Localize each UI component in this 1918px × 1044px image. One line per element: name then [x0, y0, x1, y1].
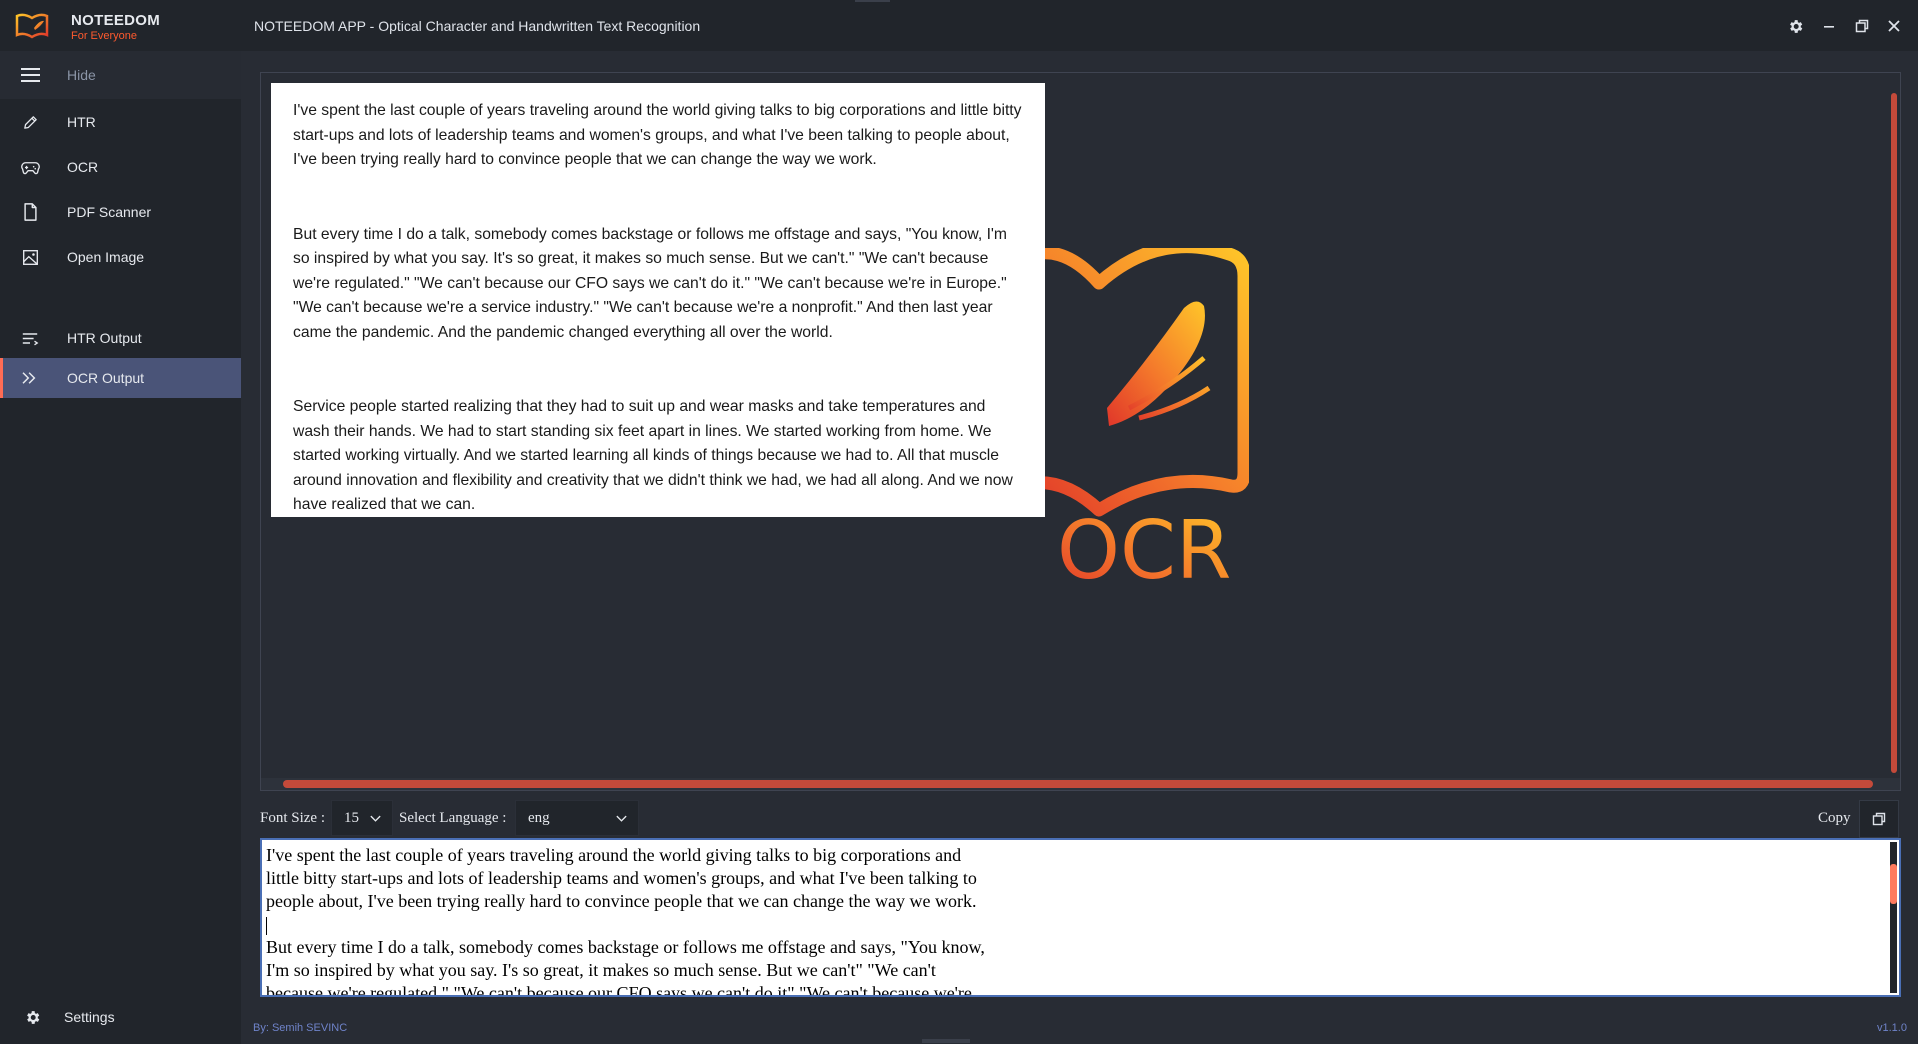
text-caret [266, 916, 267, 935]
menu-toggle-label: Hide [67, 67, 96, 83]
pen-icon [20, 112, 40, 132]
chevron-down-icon [616, 815, 627, 822]
sidebar-item-label: OCR [67, 159, 99, 175]
ocr-output-textarea[interactable]: I've spent the last couple of years trav… [260, 838, 1901, 997]
document-paragraph: Service people started realizing that th… [293, 398, 1013, 513]
sidebar-item-label: Open Image [67, 249, 145, 265]
file-icon [20, 202, 40, 222]
sidebar-item-htr-output[interactable]: HTR Output [0, 318, 241, 358]
title-bar: NOTEEDOM For Everyone NOTEEDOM APP - Opt… [0, 0, 1918, 51]
copy-label: Copy [1818, 810, 1851, 826]
chevron-down-icon [370, 815, 381, 822]
sidebar-item-label: OCR Output [67, 370, 145, 386]
vertical-scrollbar[interactable] [1891, 93, 1897, 773]
gamepad-icon [20, 157, 40, 177]
sidebar-item-htr[interactable]: HTR [0, 102, 241, 142]
brand-name: NOTEEDOM [71, 12, 161, 29]
sidebar-item-settings[interactable]: Settings [0, 997, 241, 1037]
sidebar-item-label: HTR Output [67, 330, 142, 346]
output-line: little bitty start-ups and lots of leade… [266, 868, 977, 888]
left-menu: Hide HTR OCR PDF Scanner Open Image HTR … [0, 51, 241, 1044]
ocr-logo-text: OCR [1057, 504, 1231, 597]
output-line-caret [266, 913, 1893, 936]
language-label: Select Language : [399, 810, 507, 826]
double-chevron-icon [20, 368, 40, 388]
image-viewer[interactable]: OCR I've spent the last couple of years … [260, 72, 1901, 791]
output-line: I've spent the last couple of years trav… [266, 845, 962, 865]
font-size-value: 15 [344, 809, 359, 826]
text-lines-icon [20, 328, 40, 348]
gear-icon [22, 1007, 42, 1027]
minimize-icon[interactable] [1815, 12, 1843, 40]
font-size-select[interactable]: 15 [331, 800, 393, 836]
language-select[interactable]: eng [515, 800, 639, 836]
settings-icon[interactable] [1781, 12, 1809, 40]
image-icon [20, 247, 40, 267]
font-size-label: Font Size : [260, 810, 326, 826]
document-paragraph: I've spent the last couple of years trav… [293, 102, 1022, 168]
window-grip-bottom[interactable] [922, 1039, 970, 1043]
sidebar-item-label: HTR [67, 114, 96, 130]
window-grip-top [855, 0, 890, 2]
copy-icon [1872, 812, 1886, 826]
author-credit: By: Semih SEVINC [253, 1022, 348, 1034]
sidebar-item-pdf-scanner[interactable]: PDF Scanner [0, 192, 241, 232]
output-scrollbar[interactable] [1890, 864, 1897, 904]
brand-tagline: For Everyone [71, 30, 138, 42]
sidebar-item-label: Settings [64, 1009, 115, 1025]
version-label: v1.1.0 [1877, 1022, 1907, 1034]
output-line: people about, I've been trying really ha… [266, 891, 977, 911]
output-line: But every time I do a talk, somebody com… [266, 937, 985, 957]
copy-button[interactable] [1859, 800, 1899, 838]
sidebar-item-open-image[interactable]: Open Image [0, 237, 241, 277]
document-paragraph: But every time I do a talk, somebody com… [293, 225, 1007, 341]
output-line: because we're regulated." "We can't beca… [266, 983, 972, 997]
menu-toggle-button[interactable]: Hide [0, 55, 241, 95]
horizontal-scrollbar[interactable] [283, 780, 1873, 788]
close-icon[interactable] [1880, 12, 1908, 40]
noteedom-logo [15, 13, 49, 39]
language-value: eng [528, 809, 550, 826]
output-line: I'm so inspired by what you say. I's so … [266, 960, 936, 980]
sidebar-item-ocr-output[interactable]: OCR Output [0, 358, 241, 398]
window-title: NOTEEDOM APP - Optical Character and Han… [254, 18, 701, 34]
sidebar-item-ocr[interactable]: OCR [0, 147, 241, 187]
restore-icon[interactable] [1848, 12, 1876, 40]
sidebar-item-label: PDF Scanner [67, 204, 152, 220]
scanned-document-image: I've spent the last couple of years trav… [271, 83, 1045, 517]
hamburger-icon [20, 65, 40, 85]
